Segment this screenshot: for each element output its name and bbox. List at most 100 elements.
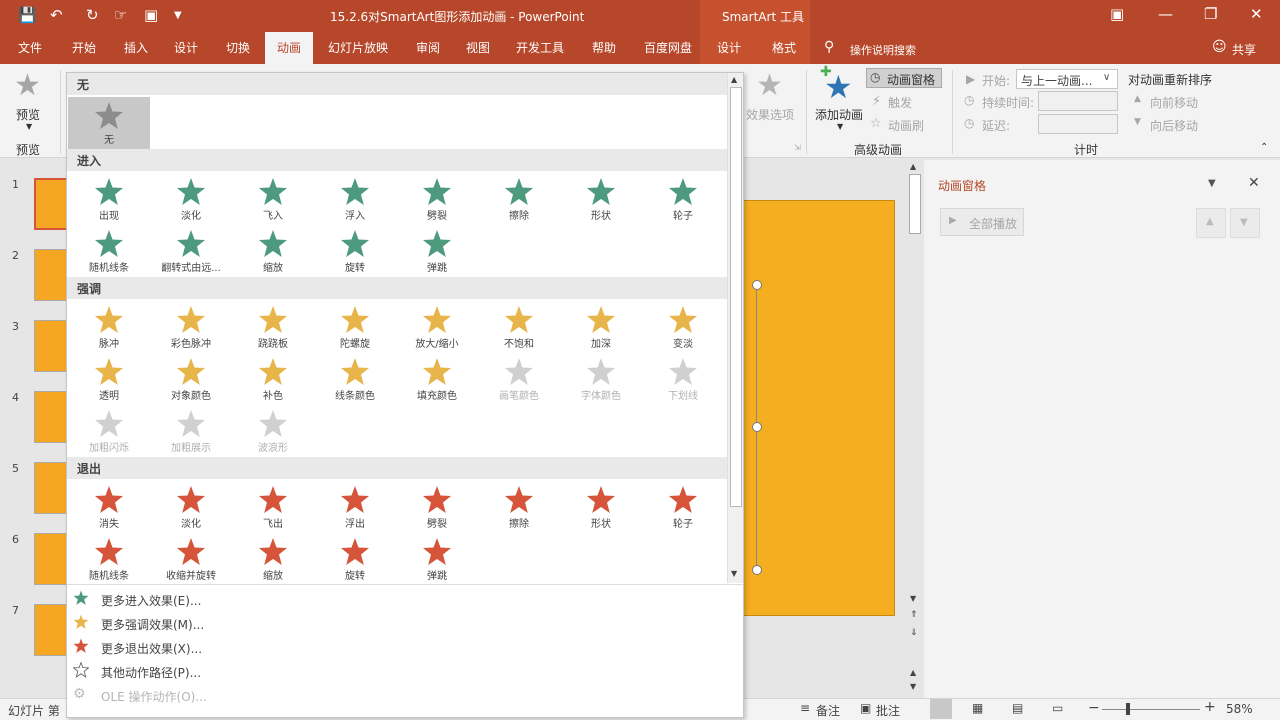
pane-close-icon[interactable]: ✕ — [1248, 175, 1260, 191]
scroll-down-icon[interactable]: ▼ — [910, 594, 916, 603]
effect-emphasis-1[interactable]: 彩色脉冲 — [150, 301, 232, 353]
effect-emphasis-13[interactable]: 画笔颜色 — [478, 353, 560, 405]
close-icon[interactable]: ✕ — [1250, 5, 1263, 23]
effect-enter-1[interactable]: 淡化 — [150, 173, 232, 225]
resize-handle[interactable] — [752, 422, 762, 432]
effect-emphasis-7[interactable]: 变淡 — [642, 301, 724, 353]
effect-emphasis-14[interactable]: 字体颜色 — [560, 353, 642, 405]
effect-enter-3[interactable]: 浮入 — [314, 173, 396, 225]
scroll-up-icon[interactable]: ▲ — [731, 75, 737, 84]
notes-button[interactable]: 备注 — [816, 702, 840, 719]
effect-exit-10[interactable]: 缩放 — [232, 533, 314, 585]
zoom-out-icon[interactable]: − — [1088, 700, 1100, 716]
tab-review[interactable]: 审阅 — [406, 32, 450, 64]
more-effects-item-1[interactable]: 更多强调效果(M)... — [67, 611, 743, 635]
share-button[interactable]: 共享 — [1232, 41, 1256, 58]
effect-emphasis-5[interactable]: 不饱和 — [478, 301, 560, 353]
reading-view-icon[interactable]: ▤ — [1012, 701, 1023, 715]
preview-button[interactable]: 预览 — [16, 106, 40, 123]
effect-enter-11[interactable]: 旋转 — [314, 225, 396, 277]
effect-emphasis-15[interactable]: 下划线 — [642, 353, 724, 405]
effect-enter-10[interactable]: 缩放 — [232, 225, 314, 277]
tell-me-search[interactable]: 操作说明搜索 — [850, 42, 916, 58]
trigger-button[interactable]: 触发 — [888, 94, 912, 111]
effect-emphasis-9[interactable]: 对象颜色 — [150, 353, 232, 405]
more-effects-item-2[interactable]: 更多退出效果(X)... — [67, 635, 743, 659]
effect-enter-7[interactable]: 轮子 — [642, 173, 724, 225]
undo-icon[interactable]: ↶ — [50, 6, 63, 24]
gallery-scrollbar[interactable]: ▲ ▼ — [727, 73, 743, 583]
minimize-icon[interactable]: — — [1158, 5, 1173, 23]
tab-baidu[interactable]: 百度网盘 — [636, 32, 700, 64]
effect-emphasis-12[interactable]: 填充颜色 — [396, 353, 478, 405]
slide-thumbnail[interactable] — [34, 604, 68, 656]
duration-spinner[interactable] — [1038, 91, 1118, 111]
scroll-thumb[interactable] — [909, 174, 921, 234]
effect-enter-12[interactable]: 弹跳 — [396, 225, 478, 277]
slide-thumbnail[interactable] — [34, 462, 68, 514]
pane-move-up-button[interactable]: ▲ — [1196, 208, 1226, 238]
slide-thumbnail[interactable] — [34, 320, 68, 372]
effect-enter-6[interactable]: 形状 — [560, 173, 642, 225]
effect-enter-9[interactable]: 翻转式由远... — [150, 225, 232, 277]
effect-emphasis-17[interactable]: 加粗展示 — [150, 405, 232, 457]
hscroll-up-icon[interactable]: ▲ — [910, 668, 916, 677]
zoom-slider-thumb[interactable] — [1126, 703, 1130, 715]
scroll-down-icon[interactable]: ▼ — [731, 569, 737, 578]
zoom-slider[interactable] — [1102, 709, 1200, 710]
effect-exit-7[interactable]: 轮子 — [642, 481, 724, 533]
tab-smartart-design[interactable]: 设计 — [700, 32, 758, 64]
tab-animations[interactable]: 动画 — [265, 32, 313, 64]
tab-insert[interactable]: 插入 — [114, 32, 158, 64]
effect-emphasis-2[interactable]: 跷跷板 — [232, 301, 314, 353]
effect-exit-9[interactable]: 收缩并旋转 — [150, 533, 232, 585]
effect-emphasis-11[interactable]: 线条颜色 — [314, 353, 396, 405]
effect-emphasis-8[interactable]: 透明 — [68, 353, 150, 405]
dialog-launcher-icon[interactable]: ⇲ — [794, 143, 801, 152]
zoom-level[interactable]: 58% — [1226, 702, 1253, 716]
effect-exit-8[interactable]: 随机线条 — [68, 533, 150, 585]
previous-slide-icon[interactable]: ⇑ — [910, 610, 918, 620]
sorter-view-icon[interactable]: ▦ — [972, 701, 983, 715]
move-later-button[interactable]: 向后移动 — [1150, 117, 1198, 134]
more-effects-item-3[interactable]: 其他动作路径(P)... — [67, 659, 743, 683]
scroll-up-icon[interactable]: ▲ — [910, 162, 916, 171]
tab-slideshow[interactable]: 幻灯片放映 — [322, 32, 394, 64]
effect-none[interactable]: 无 — [68, 97, 150, 149]
zoom-in-icon[interactable]: + — [1204, 699, 1216, 715]
effect-exit-1[interactable]: 淡化 — [150, 481, 232, 533]
effect-enter-5[interactable]: 擦除 — [478, 173, 560, 225]
redo-icon[interactable]: ↻ — [86, 6, 99, 24]
effect-exit-4[interactable]: 劈裂 — [396, 481, 478, 533]
delay-spinner[interactable] — [1038, 114, 1118, 134]
animation-pane-button[interactable]: ◷ 动画窗格 — [866, 68, 942, 88]
effect-exit-2[interactable]: 飞出 — [232, 481, 314, 533]
start-select[interactable]: 与上一动画... ∨ — [1016, 69, 1118, 89]
effect-emphasis-4[interactable]: 放大/缩小 — [396, 301, 478, 353]
preview-dropdown-icon[interactable]: ▼ — [26, 122, 32, 131]
effect-exit-0[interactable]: 消失 — [68, 481, 150, 533]
tab-developer[interactable]: 开发工具 — [508, 32, 572, 64]
add-animation-dropdown-icon[interactable]: ▼ — [837, 122, 843, 131]
resize-handle[interactable] — [752, 565, 762, 575]
effect-exit-6[interactable]: 形状 — [560, 481, 642, 533]
tab-smartart-format[interactable]: 格式 — [758, 32, 810, 64]
add-animation-button[interactable]: 添加动画 — [815, 106, 863, 123]
effect-emphasis-3[interactable]: 陀螺旋 — [314, 301, 396, 353]
effect-exit-3[interactable]: 浮出 — [314, 481, 396, 533]
collapse-ribbon-icon[interactable]: ⌃ — [1260, 142, 1268, 153]
restore-icon[interactable]: ❐ — [1204, 5, 1217, 23]
slide-scrollbar[interactable]: ▲ ▼ ⇑ ⇓ ▲ ▼ — [907, 160, 923, 698]
comments-button[interactable]: 批注 — [876, 702, 900, 719]
slide-thumbnail[interactable] — [34, 249, 68, 301]
slide-thumbnail[interactable] — [34, 533, 68, 585]
scroll-thumb[interactable] — [730, 87, 742, 507]
tab-view[interactable]: 视图 — [456, 32, 500, 64]
customize-qat-icon[interactable]: ▼ — [174, 10, 182, 21]
slide-canvas[interactable] — [743, 200, 895, 616]
hscroll-down-icon[interactable]: ▼ — [910, 682, 916, 691]
more-effects-item-4[interactable]: ⚙ OLE 操作动作(O)... — [67, 683, 743, 707]
effect-enter-2[interactable]: 飞入 — [232, 173, 314, 225]
effect-exit-5[interactable]: 擦除 — [478, 481, 560, 533]
effect-exit-11[interactable]: 旋转 — [314, 533, 396, 585]
